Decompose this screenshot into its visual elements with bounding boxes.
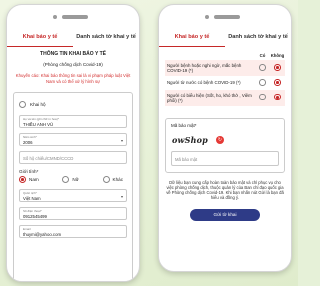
symptom-row: Người có biểu hiện (Sốt, ho, khó thở , V… bbox=[165, 89, 285, 106]
header-yes: Có bbox=[259, 53, 266, 58]
captcha-box: Mã bảo mật* owShop ↻ Mã bảo mật bbox=[165, 117, 285, 173]
chevron-down-icon: ▾ bbox=[120, 138, 123, 143]
nationality-label: Quốc tịch* bbox=[23, 191, 37, 195]
symptoms-table: Có Không Người bệnh hoặc nghi ngờ, mắc b… bbox=[165, 51, 285, 106]
tab-declare[interactable]: Khai báo y tế bbox=[7, 31, 73, 47]
tab-list[interactable]: Danh sách tờ khai y tế bbox=[225, 31, 291, 47]
symptom-radio-no[interactable] bbox=[274, 64, 281, 71]
gender-option-other[interactable]: Khác bbox=[102, 176, 123, 183]
relative-label: Khai hộ bbox=[30, 102, 46, 107]
name-label: Họ và tên (ghi chữ in hoa)* bbox=[23, 117, 59, 121]
captcha-label: Mã bảo mật* bbox=[171, 122, 197, 128]
id-number-field[interactable]: Số hộ chiếu/CMND/CCCD bbox=[19, 151, 127, 164]
email-value: thuymi@yahoo.com bbox=[23, 231, 62, 237]
gender-option-male[interactable]: Nam bbox=[19, 176, 39, 183]
phone-value: 0912545499 bbox=[23, 213, 47, 219]
relative-option[interactable]: Khai hộ bbox=[19, 101, 127, 108]
birth-year-value: 2006 bbox=[23, 139, 33, 145]
email-field[interactable]: Email thuymi@yahoo.com bbox=[19, 225, 127, 238]
symptom-radio-no[interactable] bbox=[274, 79, 281, 86]
phone-label: Số điện thoại* bbox=[23, 209, 42, 213]
symptom-row: Người bệnh hoặc nghi ngờ, mắc bệnh COVID… bbox=[165, 60, 285, 76]
birth-year-select[interactable]: Năm sinh* 2006 ▾ bbox=[19, 133, 127, 146]
symptom-label: Người có biểu hiện (Sốt, ho, khó thở , V… bbox=[165, 89, 255, 106]
form-content: THÔNG TIN KHAI BÁO Y TẾ (Phòng chống dịc… bbox=[13, 49, 133, 281]
form-card: Khai hộ Họ và tên (ghi chữ in hoa)* THIỀ… bbox=[13, 92, 133, 281]
gender-label-female: Nữ bbox=[72, 177, 79, 182]
nationality-value: Việt Nam bbox=[23, 195, 41, 201]
phone-field[interactable]: Số điện thoại* 0912545499 bbox=[19, 207, 127, 220]
gender-label: Giới tính* bbox=[19, 169, 39, 174]
birth-year-label: Năm sinh* bbox=[23, 135, 37, 139]
disclaimer-text: Dữ liệu bạn cung cấp hoàn toàn bảo mật v… bbox=[166, 179, 284, 201]
warning-text: Khuyến cáo: Khai báo thông tin sai là vi… bbox=[15, 73, 131, 84]
gender-radio-male[interactable] bbox=[19, 176, 26, 183]
phone-notch bbox=[205, 14, 245, 20]
captcha-placeholder: Mã bảo mật bbox=[175, 156, 198, 162]
id-number-placeholder: Số hộ chiếu/CMND/CCCD bbox=[23, 156, 74, 161]
tab-bar: Khai báo y tế Danh sách tờ khai y tế bbox=[159, 31, 291, 47]
symptom-radio-no[interactable] bbox=[274, 93, 281, 101]
symptom-row: Người từ nước có bệnh COVID-19 (*) bbox=[165, 76, 285, 90]
name-value: THIỀU ANH VŨ bbox=[23, 121, 54, 127]
tab-bar: Khai báo y tế Danh sách tờ khai y tế bbox=[7, 31, 139, 47]
relative-radio[interactable] bbox=[19, 101, 26, 108]
gender-label-male: Nam bbox=[29, 177, 39, 182]
phone-frame-form: Khai báo y tế Danh sách tờ khai y tế THÔ… bbox=[6, 4, 140, 282]
gender-option-female[interactable]: Nữ bbox=[62, 176, 79, 183]
phone-frame-symptoms: Khai báo y tế Danh sách tờ khai y tế Có … bbox=[158, 4, 292, 272]
symptom-radio-yes[interactable] bbox=[259, 93, 266, 101]
refresh-icon[interactable]: ↻ bbox=[216, 135, 224, 144]
symptom-label: Người từ nước có bệnh COVID-19 (*) bbox=[167, 80, 241, 86]
gender-radio-other[interactable] bbox=[102, 176, 110, 183]
tab-list[interactable]: Danh sách tờ khai y tế bbox=[73, 31, 139, 47]
captcha-input[interactable]: Mã bảo mật bbox=[171, 150, 279, 166]
chevron-down-icon: ▾ bbox=[120, 194, 123, 199]
gender-label-other: Khác bbox=[112, 177, 123, 182]
form-title: THÔNG TIN KHAI BÁO Y TẾ bbox=[40, 51, 106, 57]
nationality-select[interactable]: Quốc tịch* Việt Nam ▾ bbox=[19, 189, 127, 202]
symptoms-content: Có Không Người bệnh hoặc nghi ngờ, mắc b… bbox=[165, 51, 285, 271]
phone-notch bbox=[53, 14, 93, 20]
form-subtitle: (Phòng chống dịch Covid-19) bbox=[43, 62, 103, 67]
submit-button[interactable]: Gửi tờ khai bbox=[190, 208, 260, 221]
symptom-label: Người bệnh hoặc nghi ngờ, mắc bệnh COVID… bbox=[165, 60, 255, 76]
symptom-radio-yes[interactable] bbox=[259, 64, 266, 71]
gender-radio-female[interactable] bbox=[62, 176, 70, 183]
symptom-radio-yes[interactable] bbox=[259, 79, 266, 86]
captcha-image: owShop bbox=[172, 134, 208, 145]
tab-declare[interactable]: Khai báo y tế bbox=[159, 31, 225, 47]
email-label: Email bbox=[23, 227, 31, 231]
name-field[interactable]: Họ và tên (ghi chữ in hoa)* THIỀU ANH VŨ bbox=[19, 115, 127, 128]
symptom-header-blank bbox=[165, 51, 255, 60]
header-no: Không bbox=[270, 53, 285, 58]
gender-options: Nam Nữ Khác bbox=[19, 176, 127, 183]
